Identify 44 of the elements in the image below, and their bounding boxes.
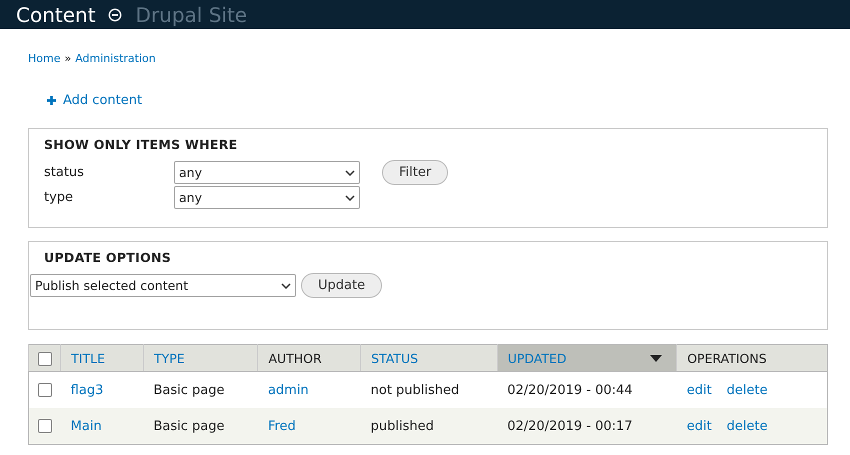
column-header[interactable]: TYPE [143, 344, 258, 372]
page-title: Content [16, 2, 96, 26]
operation-link[interactable]: edit [686, 382, 712, 398]
filter-select[interactable]: any [174, 186, 360, 209]
site-name: Drupal Site [136, 2, 248, 26]
updated-text: 02/20/2019 - 00:17 [507, 418, 633, 434]
operation-link[interactable]: delete [726, 382, 768, 398]
operation-link[interactable]: edit [686, 418, 712, 434]
chevron-down-icon [281, 282, 291, 288]
updated-text: 02/20/2019 - 00:44 [507, 382, 633, 398]
title-link[interactable]: flag3 [70, 382, 104, 398]
filter-label: status [44, 165, 85, 180]
panel-legend: UPDATE OPTIONS [44, 250, 812, 265]
breadcrumb-link[interactable]: Administration [75, 52, 156, 65]
sort-arrow-icon[interactable] [650, 355, 662, 362]
plus-icon [47, 96, 56, 105]
breadcrumb-separator: » [64, 52, 72, 65]
operation-link[interactable]: delete [726, 418, 768, 434]
select-all-checkbox[interactable] [38, 352, 52, 366]
column-header: AUTHOR [258, 344, 361, 372]
breadcrumb-link[interactable]: Home [28, 52, 60, 65]
column-header[interactable]: UPDATED [497, 344, 677, 372]
row-checkbox[interactable] [38, 382, 52, 397]
author-link[interactable]: admin [268, 382, 309, 398]
title-link[interactable]: Main [70, 418, 102, 434]
column-header[interactable]: TITLE [60, 344, 144, 372]
author-link[interactable]: Fred [268, 418, 296, 434]
type-text: Basic page [153, 382, 224, 398]
chevron-down-icon [345, 170, 355, 176]
filter-label: type [44, 190, 74, 205]
status-text: published [370, 418, 434, 434]
status-text: not published [370, 382, 460, 398]
update-button[interactable]: Update [301, 273, 382, 298]
collapse-icon[interactable] [108, 8, 122, 22]
filter-button[interactable]: Filter [382, 160, 448, 185]
update-select[interactable]: Publish selected content [30, 274, 296, 297]
add-content-link[interactable]: Add content [63, 93, 142, 108]
filter-select[interactable]: any [174, 161, 360, 184]
type-text: Basic page [153, 418, 224, 434]
panel-legend: SHOW ONLY ITEMS WHERE [44, 137, 812, 152]
chevron-down-icon [345, 194, 355, 200]
column-header[interactable]: STATUS [360, 344, 498, 372]
column-header: OPERATIONS [676, 344, 828, 372]
row-checkbox[interactable] [38, 418, 52, 433]
